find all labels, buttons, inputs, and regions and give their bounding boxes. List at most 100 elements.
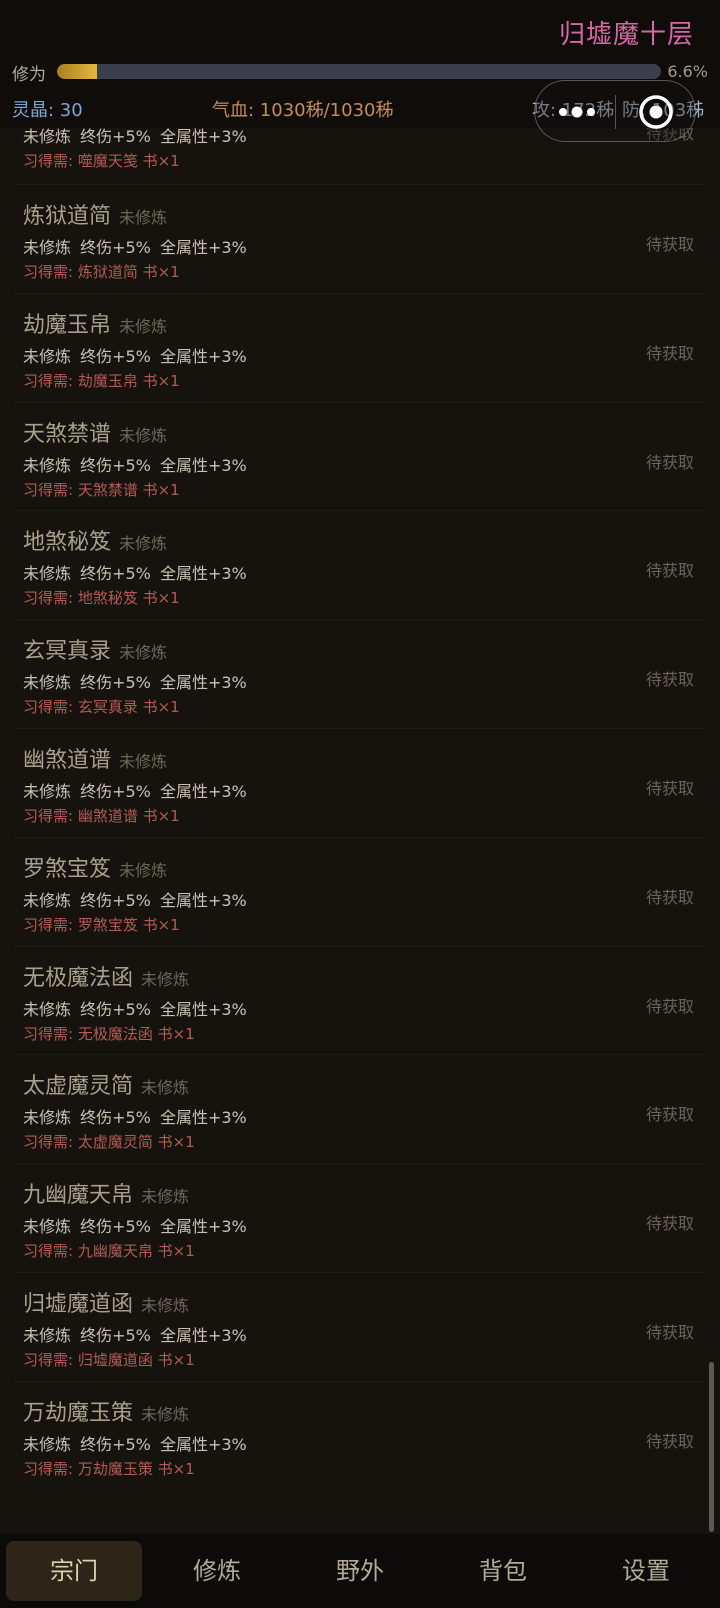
manual-status: 待获取 — [645, 779, 694, 798]
manual-card[interactable]: 劫魔玉帛 未修炼 未修炼 终伤+5% 全属性+3% 习得需: 劫魔玉帛 书×1 待获取 — [14, 292, 704, 403]
manual-state: 未修炼 — [119, 534, 168, 554]
manual-effect: 未修炼 终伤+5% 全属性+3% — [23, 455, 247, 475]
manual-card[interactable]: 天煞禁谱 未修炼未修炼 终伤+5% 全属性+3% 习得需: 天煞禁谱 书×1 待获取 — [14, 401, 704, 512]
manual-status: 待获取 — [645, 670, 694, 690]
manual-requirement: 习得需: 劫魔玉帛 书×1 — [23, 371, 180, 390]
nav-tab-wild[interactable]: 野外 — [292, 1541, 428, 1601]
manual-name: 劫魔玉帛 未修炼 — [23, 307, 167, 339]
manual-effect: 未修炼 终伤+5% 全属性+3% — [23, 1108, 247, 1128]
manual-state: 未修炼 — [141, 1404, 190, 1424]
manual-state: 未修炼 — [119, 860, 168, 880]
manual-requirement: 习得需: 九幽魔天帛 书×1 — [23, 1242, 195, 1261]
manual-state: 未修炼 — [141, 1296, 190, 1315]
capsule-divider — [615, 95, 616, 129]
manual-title: 天煞禁谱 — [23, 421, 112, 447]
manual-state: 未修炼 — [119, 208, 168, 227]
spirit-crystal-count: 灵晶: 30 — [12, 100, 83, 121]
manual-state: 未修炼 — [119, 752, 168, 771]
manual-requirement: 习得需: 天煞禁谱 书×1 — [23, 480, 180, 499]
manual-name: 天煞禁谱 未修炼 — [23, 416, 167, 448]
manual-title: 罗煞宝笈 — [23, 856, 112, 882]
manual-title: 万劫魔玉策 — [23, 1400, 134, 1426]
manual-effect: 未修炼 终伤+5% 全属性+3% — [23, 890, 247, 910]
manual-requirement: 习得需: 幽煞道谱 书×1 — [23, 807, 180, 825]
manual-requirement: 习得需: 归墟魔道函 书×1 — [23, 1351, 195, 1369]
manual-requirement: 习得需: 炼狱道简 书×1 — [23, 263, 180, 281]
manual-state: 未修炼 — [141, 969, 190, 989]
manual-card[interactable]: 无极魔法函 未修炼未修炼 终伤+5% 全属性+3% 习得需: 无极魔法函 书×1 待获… — [14, 945, 704, 1056]
manual-status: 待获取 — [645, 452, 694, 472]
realm-title: 归墟魔十层 — [558, 20, 694, 50]
manual-effect: 未修炼 终伤+5% 全属性+3% — [23, 238, 247, 257]
manual-state: 未修炼 — [119, 425, 168, 445]
manual-title: 玄冥真录 — [23, 639, 112, 665]
manual-effect: 未修炼 终伤+5% 全属性+3% — [23, 564, 247, 584]
manual-state: 未修炼 — [141, 1187, 190, 1207]
manual-status: 待获取 — [645, 561, 694, 581]
nav-tab-bag[interactable]: 背包 — [435, 1541, 571, 1601]
manual-name: 九幽魔天帛 未修炼 — [23, 1177, 189, 1209]
manual-name: 罗煞宝笈 未修炼 — [23, 851, 167, 883]
manual-requirement: 习得需: 罗煞宝笈 书×1 — [23, 915, 180, 934]
manual-name: 玄冥真录 未修炼 — [23, 633, 167, 665]
manual-card[interactable]: 罗煞宝笈 未修炼未修炼 终伤+5% 全属性+3% 习得需: 罗煞宝笈 书×1 待获取 — [14, 836, 704, 947]
manual-title: 归墟魔道函 — [23, 1292, 134, 1317]
manual-title: 炼狱道简 — [23, 204, 112, 229]
manual-effect: 未修炼 终伤+5% 全属性+3% — [23, 1217, 247, 1237]
manual-name: 幽煞道谱 未修炼 — [23, 742, 167, 774]
manual-requirement: 习得需: 地煞秘笈 书×1 — [23, 589, 180, 608]
xp-label: 修为 — [12, 65, 46, 85]
manual-requirement: 习得需: 玄冥真录 书×1 — [23, 698, 180, 717]
manual-card[interactable]: 九幽魔天帛 未修炼 未修炼 终伤+5% 全属性+3% 习得需: 九幽魔天帛 书×1 待获… — [14, 1163, 704, 1273]
manual-effect: 未修炼 终伤+5% 全属性+3% — [23, 673, 247, 693]
manual-state: 未修炼 — [141, 1078, 190, 1098]
nav-tab-settings[interactable]: 设置 — [578, 1541, 714, 1601]
manual-card[interactable]: 太虚魔灵简 未修炼未修炼 终伤+5% 全属性+3% 习得需: 太虚魔灵简 书×1 待获… — [14, 1054, 704, 1164]
manual-card[interactable]: 归墟魔道函 未修炼未修炼 终伤+5% 全属性+3% 习得需: 归墟魔道函 书×1 待获… — [14, 1272, 704, 1382]
manual-card[interactable]: 玄冥真录 未修炼未修炼 终伤+5% 全属性+3% 习得需: 玄冥真录 书×1 待获取 — [14, 619, 704, 729]
manual-card[interactable]: 万劫魔玉策 未修炼未修炼 终伤+5% 全属性+3% 习得需: 万劫魔玉策 书×1 待获… — [14, 1380, 704, 1491]
manual-status: 待获取 — [645, 1323, 694, 1342]
bottom-nav: 宗门 修炼 野外 背包 设置 — [0, 1534, 720, 1608]
manual-state: 未修炼 — [119, 643, 168, 663]
manual-title: 地煞秘笈 — [23, 530, 112, 556]
manual-title: 九幽魔天帛 — [23, 1183, 134, 1209]
xp-progress-bar — [57, 64, 661, 79]
manual-requirement: 习得需: 噬魔天笺 书×1 — [23, 152, 180, 170]
manual-status: 待获取 — [645, 996, 694, 1016]
hp-value: 气血: 1030秭/1030秭 — [212, 100, 394, 121]
manual-title: 幽煞道谱 — [23, 748, 112, 773]
manual-status: 待获取 — [645, 235, 694, 254]
xp-percent: 6.6% — [667, 62, 708, 81]
manual-requirement: 习得需: 无极魔法函 书×1 — [23, 1024, 195, 1043]
target-icon[interactable] — [638, 94, 674, 130]
manual-effect: 未修炼 终伤+5% 全属性+3% — [23, 1326, 247, 1345]
manual-name: 地煞秘笈 未修炼 — [23, 524, 167, 556]
manual-card[interactable]: 地煞秘笈 未修炼未修炼 终伤+5% 全属性+3% 习得需: 地煞秘笈 书×1 待获取 — [14, 510, 704, 620]
manual-card[interactable]: 幽煞道谱 未修炼 未修炼 终伤+5% 全属性+3% 习得需: 幽煞道谱 书×1 待获取 — [14, 728, 704, 838]
manual-name: 归墟魔道函 未修炼 — [23, 1286, 189, 1318]
manual-name: 万劫魔玉策 未修炼 — [23, 1395, 189, 1427]
nav-tab-sect[interactable]: 宗门 — [6, 1541, 142, 1601]
nav-tab-cultivate[interactable]: 修炼 — [149, 1541, 285, 1601]
manual-status: 待获取 — [645, 1431, 694, 1451]
manual-title: 太虚魔灵简 — [23, 1074, 134, 1100]
manual-state: 未修炼 — [119, 316, 168, 336]
manual-status: 待获取 — [645, 887, 694, 907]
manual-name: 太虚魔灵简 未修炼 — [23, 1068, 189, 1100]
manual-card[interactable]: 炼狱道简 未修炼未修炼 终伤+5% 全属性+3% 习得需: 炼狱道简 书×1 待获取 — [14, 184, 704, 294]
manual-effect: 未修炼 终伤+5% 全属性+3% — [23, 999, 247, 1019]
manual-requirement: 习得需: 万劫魔玉策 书×1 — [23, 1459, 195, 1478]
list-scrollbar[interactable] — [709, 1362, 714, 1532]
manual-effect: 未修炼 终伤+5% 全属性+3% — [23, 1434, 247, 1454]
more-dots-icon[interactable] — [557, 98, 601, 124]
manual-list[interactable]: 未修炼 终伤+5% 全属性+3% 习得需: 噬魔天笺 书×1 待获取 炼狱道简未… — [0, 0, 720, 1534]
miniprogram-capsule — [534, 80, 696, 142]
manual-name: 无极魔法函 未修炼 — [23, 960, 189, 992]
manual-status: 待获取 — [645, 1105, 694, 1125]
xp-progress-fill — [57, 64, 97, 79]
manual-title: 无极魔法函 — [23, 965, 134, 991]
manual-name: 炼狱道简 未修炼 — [23, 198, 167, 230]
manual-requirement: 习得需: 太虚魔灵简 书×1 — [23, 1133, 195, 1152]
manual-title: 劫魔玉帛 — [23, 312, 112, 338]
